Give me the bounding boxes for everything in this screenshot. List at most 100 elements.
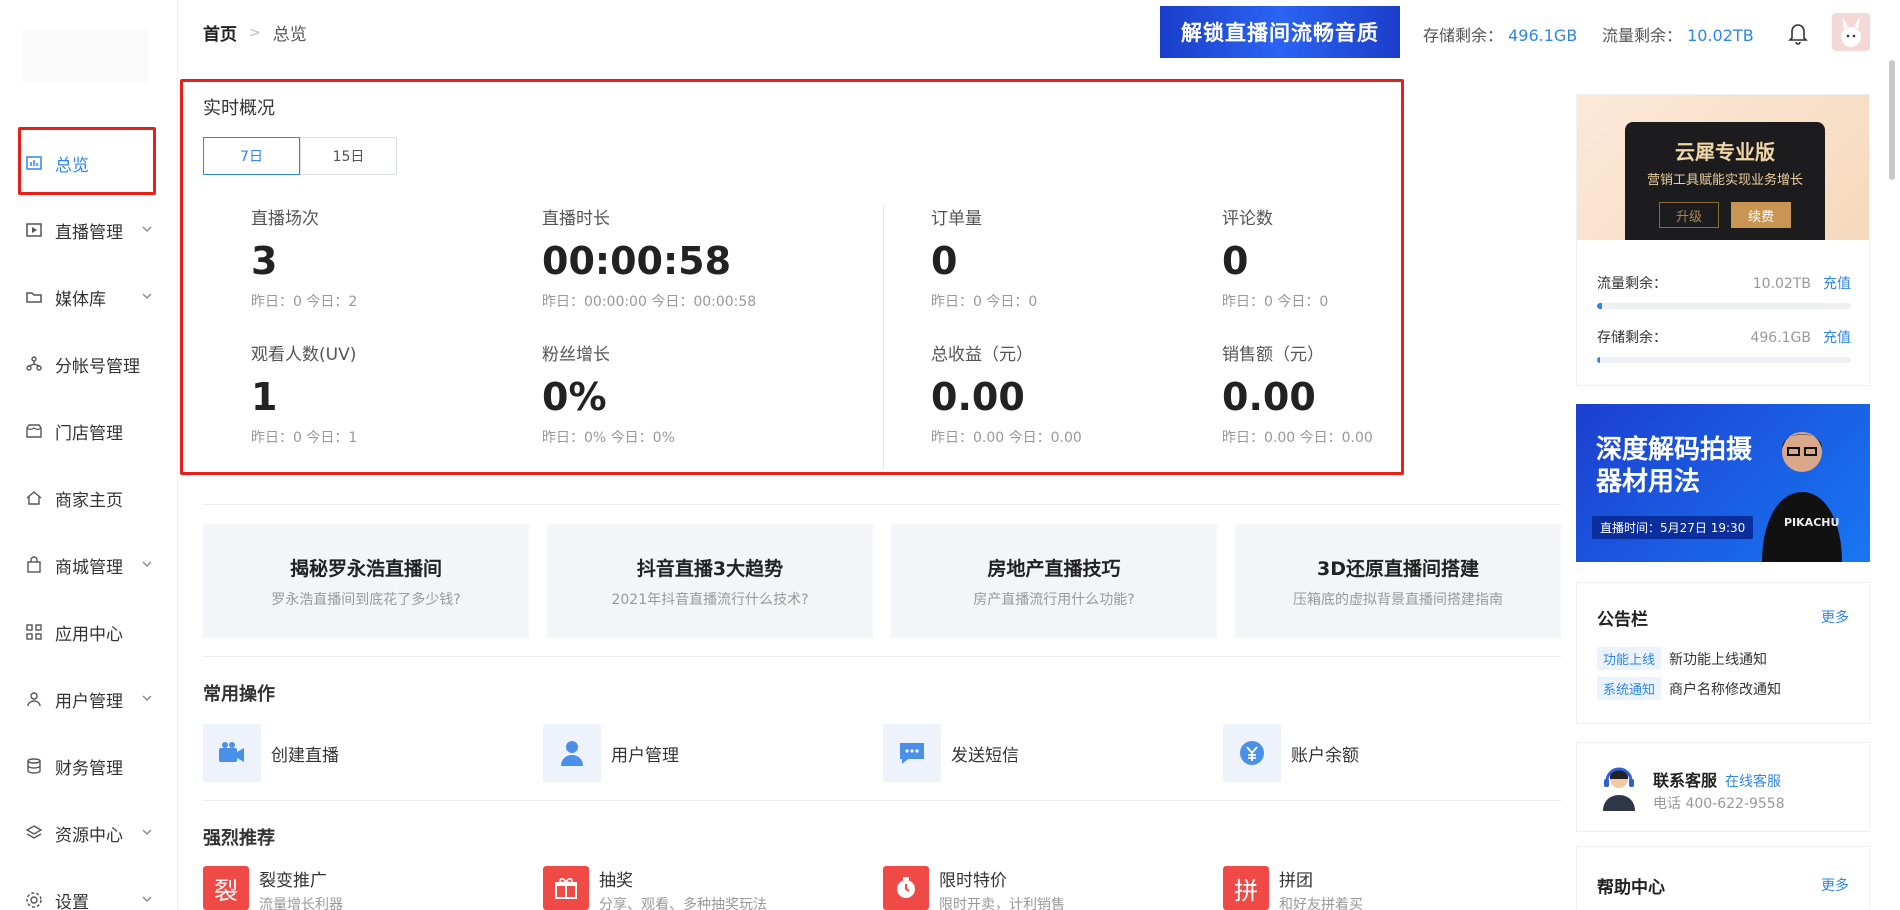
sidebar-item-label: 门店管理 [55, 423, 123, 444]
meter-value: 10.02TB [1752, 276, 1811, 292]
sidebar-item-label: 媒体库 [55, 289, 106, 310]
chevron-down-icon [142, 829, 152, 835]
breadcrumb: 首页 > 总览 [203, 20, 307, 46]
article-title: 3D还原直播间搭建 [1317, 557, 1479, 580]
sidebar-item-subaccounts[interactable]: 分帐号管理 [0, 344, 178, 384]
sidebar-item-resources[interactable]: 资源中心 [0, 813, 178, 853]
rec-title: 拼团 [1279, 871, 1313, 891]
scrollbar[interactable] [1889, 60, 1895, 180]
home-icon [24, 488, 44, 508]
sidebar-item-label: 分帐号管理 [55, 356, 140, 377]
rec-subtitle: 限时开卖，计利销售 [939, 897, 1065, 910]
recharge-link[interactable]: 充值 [1823, 330, 1851, 346]
renew-button[interactable]: 续费 [1731, 202, 1791, 228]
sidebar-item-finance[interactable]: 财务管理 [0, 746, 178, 786]
sidebar-item-label: 商家主页 [55, 490, 123, 511]
common-ops-title: 常用操作 [203, 684, 275, 705]
help-more-link[interactable]: 更多 [1821, 875, 1849, 895]
op-label: 用户管理 [611, 745, 679, 766]
recharge-link[interactable]: 充值 [1823, 276, 1851, 292]
article-card[interactable]: 3D还原直播间搭建 压箱底的虚拟背景直播间搭建指南 [1235, 524, 1561, 638]
sidebar-item-label: 商城管理 [55, 557, 123, 578]
storage-label: 存储剩余： [1423, 26, 1504, 45]
sidebar-item-merchant-home[interactable]: 商家主页 [0, 478, 178, 518]
recommend-title: 强烈推荐 [203, 828, 275, 849]
divider [203, 504, 1561, 505]
shirt-print: PIKACHU [1784, 516, 1839, 529]
upgrade-button[interactable]: 升级 [1659, 202, 1719, 228]
rec-title: 裂变推广 [259, 871, 327, 891]
service-title: 联系客服 在线客服 [1653, 767, 1781, 791]
sidebar-item-media[interactable]: 媒体库 [0, 277, 178, 317]
sidebar-item-live[interactable]: 直播管理 [0, 210, 178, 250]
pro-promo: 云犀专业版 营销工具赋能实现业务增长 升级 续费 [1577, 95, 1869, 240]
notice-tag: 功能上线 [1597, 647, 1662, 670]
rec-flash-sale[interactable]: 限时特价 限时开卖，计利销售 [883, 866, 1065, 910]
notice-more-link[interactable]: 更多 [1821, 607, 1849, 627]
breadcrumb-home[interactable]: 首页 [203, 20, 237, 45]
avatar[interactable] [1832, 13, 1870, 51]
chevron-down-icon [142, 695, 152, 701]
op-send-sms[interactable]: 发送短信 [883, 724, 1019, 782]
sidebar-item-stores[interactable]: 门店管理 [0, 411, 178, 451]
op-user-management[interactable]: 用户管理 [543, 724, 679, 782]
meter-label: 流量剩余： [1597, 276, 1667, 292]
live-promo-banner[interactable]: 深度解码拍摄器材用法 直播时间：5月27日 19:30 PIKACHU [1576, 404, 1870, 562]
article-subtitle: 2021年抖音直播流行什么技术? [611, 591, 809, 608]
storage-meter: 存储剩余： 496.1GB 充值 [1597, 327, 1851, 363]
notice-text: 新功能上线通知 [1669, 651, 1768, 668]
sidebar-item-settings[interactable]: 设置 [0, 880, 178, 910]
sidebar-item-label: 应用中心 [55, 624, 123, 645]
folder-icon [24, 287, 44, 307]
divider [203, 800, 1561, 801]
bell-icon[interactable] [1786, 20, 1810, 46]
promo-subtitle: 营销工具赋能实现业务增长 [1646, 173, 1803, 188]
storage-progress-fill [1597, 357, 1600, 363]
op-balance[interactable]: 账户余额 [1223, 724, 1359, 782]
article-card[interactable]: 房地产直播技巧 房产直播流行用什么功能? [891, 524, 1217, 638]
rec-title: 抽奖 [599, 871, 633, 891]
sidebar-item-users[interactable]: 用户管理 [0, 679, 178, 719]
op-label: 发送短信 [951, 745, 1019, 766]
gift-icon [543, 866, 589, 910]
article-subtitle: 房产直播流行用什么功能? [973, 591, 1135, 608]
layers-icon [24, 823, 44, 843]
op-create-live[interactable]: 创建直播 [203, 724, 339, 782]
sidebar-item-apps[interactable]: 应用中心 [0, 612, 178, 652]
yen-icon [1223, 724, 1281, 782]
pro-version-card: 云犀专业版 营销工具赋能实现业务增长 升级 续费 流量剩余： 10.02TB 充值 … [1576, 94, 1870, 386]
notice-item[interactable]: 系统通知 商户名称修改通知 [1597, 677, 1781, 700]
rec-fission[interactable]: 裂 裂变推广 流量增长利器 [203, 866, 343, 910]
notice-title: 公告栏 [1597, 610, 1648, 630]
rec-group-buy[interactable]: 拼 拼团 和好友拼着买 [1223, 866, 1363, 910]
chevron-down-icon [142, 226, 152, 232]
header: 首页 > 总览 解锁直播间流畅音质 存储剩余： 496.1GB 流量剩余： 10… [178, 0, 1900, 66]
article-card[interactable]: 抖音直播3大趋势 2021年抖音直播流行什么技术? [547, 524, 873, 638]
article-card[interactable]: 揭秘罗永浩直播间 罗永浩直播间到底花了多少钱? [203, 524, 529, 638]
promo-title: 云犀专业版 [1675, 140, 1775, 164]
article-title: 房地产直播技巧 [987, 557, 1121, 580]
sidebar-item-mall[interactable]: 商城管理 [0, 545, 178, 585]
sidebar-item-label: 用户管理 [55, 691, 123, 712]
notice-text: 商户名称修改通知 [1669, 681, 1782, 698]
banner-title: 深度解码拍摄器材用法 [1596, 435, 1753, 497]
rec-subtitle: 和好友拼着买 [1279, 897, 1363, 910]
headset-icon [1603, 767, 1635, 811]
host-photo: PIKACHU [1762, 432, 1842, 562]
top-promo-banner[interactable]: 解锁直播间流畅音质 [1160, 6, 1400, 58]
chevron-down-icon [142, 561, 152, 567]
grid-icon [24, 622, 44, 642]
user-icon [24, 689, 44, 709]
banner-time: 直播时间：5月27日 19:30 [1592, 516, 1754, 539]
online-service-link[interactable]: 在线客服 [1725, 774, 1781, 790]
logo [22, 30, 148, 82]
org-icon [24, 354, 44, 374]
camera-icon [203, 724, 261, 782]
flow-progress [1597, 303, 1851, 309]
rec-lottery[interactable]: 抽奖 分享、观看、多种抽奖玩法 [543, 866, 767, 910]
sidebar: 总览 直播管理 媒体库 分帐号管理 门店管理 商家主页 商城管理 应用中心 用户… [0, 0, 178, 910]
notice-item[interactable]: 功能上线 新功能上线通知 [1597, 647, 1767, 670]
bag-icon [24, 555, 44, 575]
sidebar-item-label: 资源中心 [55, 825, 123, 846]
sidebar-item-label: 财务管理 [55, 758, 123, 779]
